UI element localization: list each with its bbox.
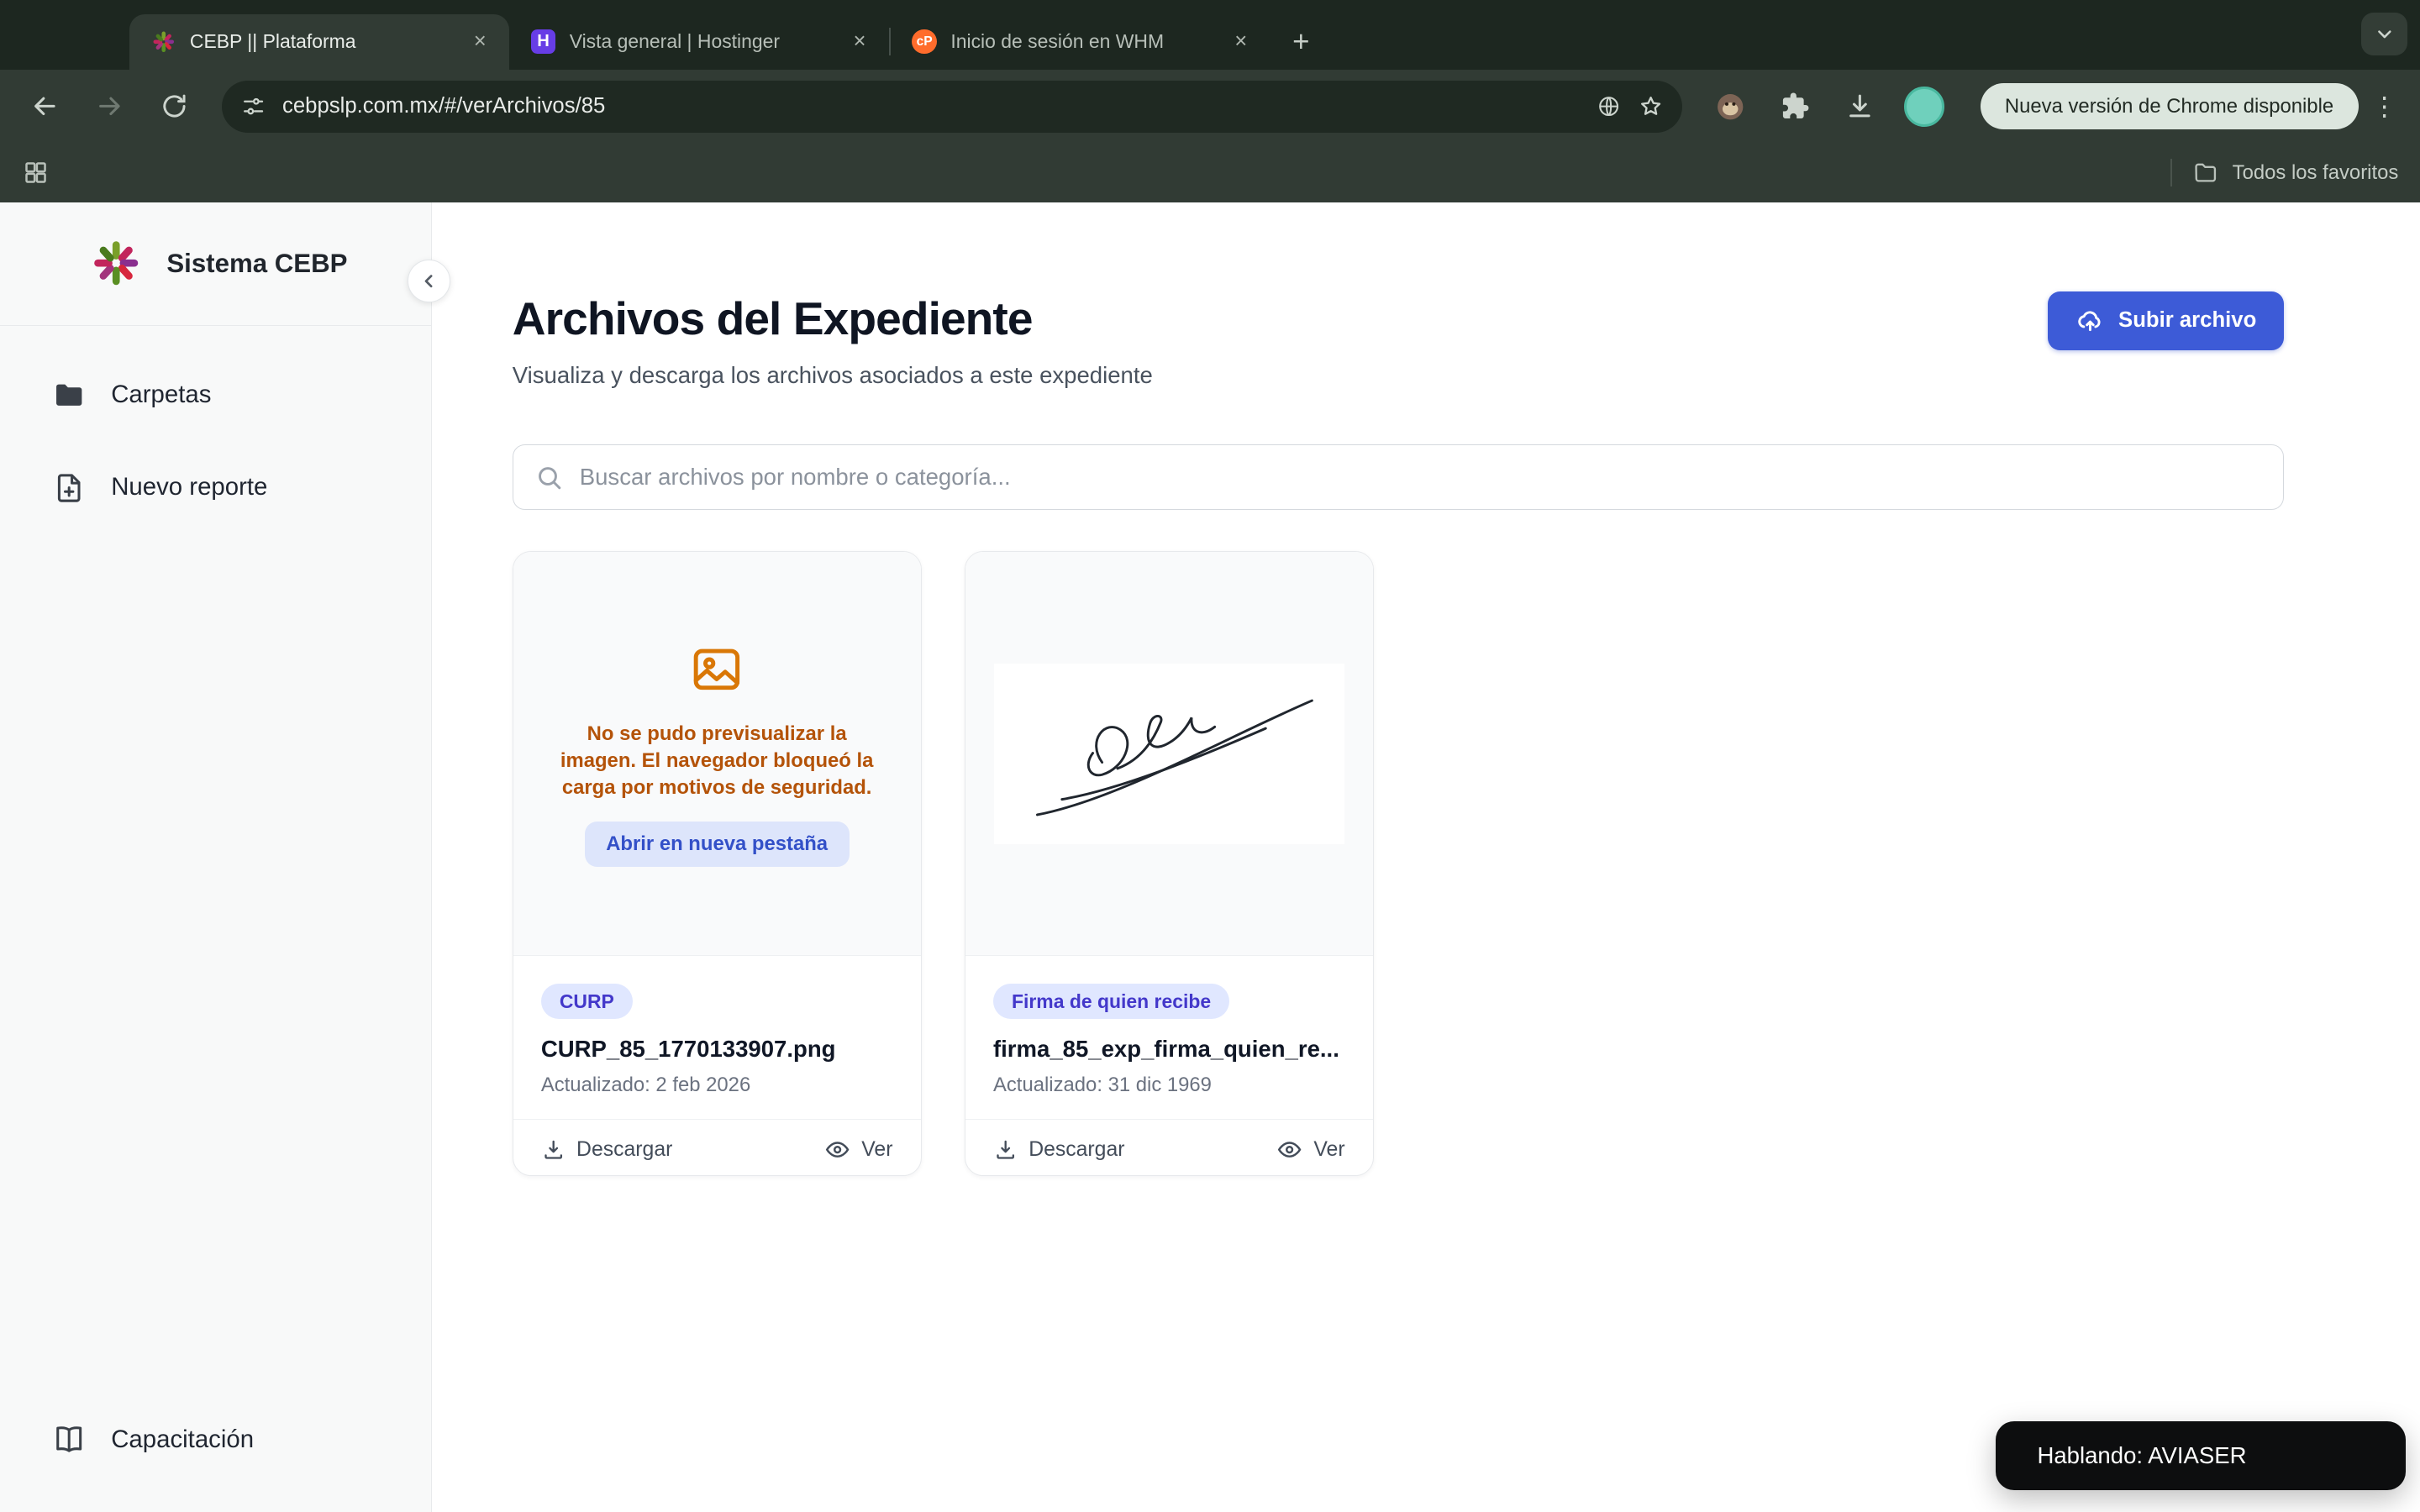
forward-button[interactable] — [80, 79, 139, 134]
address-bar[interactable]: cebpslp.com.mx/#/verArchivos/85 — [222, 80, 1682, 133]
page-content: Sistema CEBP Carpetas Nuevo reporte Capa… — [0, 202, 2420, 1512]
translate-icon[interactable] — [1596, 93, 1622, 119]
extensions-puzzle-icon[interactable] — [1765, 79, 1824, 134]
tab-close-icon[interactable]: × — [466, 28, 494, 55]
tab-hostinger[interactable]: H Vista general | Hostinger × — [509, 14, 889, 70]
sidebar-item-nuevo-reporte[interactable]: Nuevo reporte — [0, 452, 431, 522]
brand: Sistema CEBP — [0, 202, 432, 326]
search-icon — [534, 463, 564, 492]
browser-menu-icon[interactable]: ⋮ — [2365, 92, 2405, 122]
hostinger-favicon-icon: H — [530, 29, 556, 55]
back-button[interactable] — [15, 79, 74, 134]
file-name: firma_85_exp_firma_quien_re... — [992, 1036, 1339, 1063]
view-action[interactable]: Ver — [1276, 1137, 1345, 1163]
sidebar-item-capacitacion[interactable]: Capacitación — [0, 1404, 431, 1474]
monkey-extension-icon[interactable] — [1701, 79, 1760, 134]
sidebar-item-carpetas[interactable]: Carpetas — [0, 360, 431, 430]
document-plus-icon — [52, 470, 86, 504]
file-card-firma: Firma de quien recibe firma_85_exp_firma… — [964, 551, 1374, 1176]
open-in-new-tab-button[interactable]: Abrir en nueva pestaña — [584, 822, 850, 868]
view-action[interactable]: Ver — [824, 1137, 892, 1163]
search-input[interactable] — [579, 463, 2262, 491]
file-updated: Actualizado: 2 feb 2026 — [540, 1074, 751, 1097]
url-text: cebpslp.com.mx/#/verArchivos/85 — [282, 94, 606, 118]
eye-icon — [824, 1137, 850, 1163]
tab-close-icon[interactable]: × — [1227, 28, 1255, 55]
sidebar-item-label: Capacitación — [111, 1425, 255, 1453]
file-preview — [965, 552, 1373, 957]
brand-name: Sistema CEBP — [166, 248, 348, 278]
file-search — [512, 444, 2285, 510]
book-icon — [52, 1422, 86, 1456]
app-sidebar: Sistema CEBP Carpetas Nuevo reporte Capa… — [0, 202, 451, 1512]
download-icon — [993, 1137, 1018, 1162]
bookmarks-bar: Todos los favoritos — [0, 143, 2420, 202]
folder-icon — [52, 378, 86, 412]
page-title: Archivos del Expediente — [512, 292, 1034, 345]
sidebar-item-label: Carpetas — [111, 381, 212, 409]
new-tab-button[interactable]: + — [1280, 20, 1323, 63]
sidebar-bottom: Capacitación — [0, 1404, 431, 1512]
download-icon — [541, 1137, 566, 1162]
tab-strip: CEBP || Plataforma × H Vista general | H… — [0, 0, 2420, 70]
tab-title: Inicio de sesión en WHM — [950, 30, 1165, 53]
tab-title: Vista general | Hostinger — [569, 30, 781, 53]
tab-close-icon[interactable]: × — [846, 28, 874, 55]
download-action[interactable]: Descargar — [541, 1137, 672, 1162]
profile-avatar[interactable] — [1895, 79, 1954, 134]
category-badge: Firma de quien recibe — [992, 984, 1230, 1020]
tab-search-button[interactable] — [2361, 12, 2408, 56]
category-badge: CURP — [540, 984, 633, 1020]
speaking-toast: Hablando: AVIASER — [1995, 1420, 2407, 1491]
sidebar-collapse-button[interactable] — [407, 259, 451, 302]
sidebar-nav: Carpetas Nuevo reporte — [0, 360, 431, 544]
file-preview: No se pudo previsualizar la imagen. El n… — [513, 552, 921, 957]
file-card-curp: No se pudo previsualizar la imagen. El n… — [512, 551, 922, 1176]
site-settings-icon[interactable] — [240, 93, 266, 119]
preview-error-message: No se pudo previsualizar la imagen. El n… — [560, 722, 874, 800]
page-subtitle: Visualiza y descarga los archivos asocia… — [512, 362, 1153, 389]
signature-image — [993, 663, 1344, 844]
all-bookmarks[interactable]: Todos los favoritos — [2170, 159, 2399, 187]
cebp-logo-icon — [90, 237, 142, 289]
tab-title: CEBP || Plataforma — [189, 30, 356, 53]
browser-toolbar: cebpslp.com.mx/#/verArchivos/85 Nueva ve… — [0, 69, 2420, 144]
upload-file-button[interactable]: Subir archivo — [2047, 291, 2285, 350]
reload-button[interactable] — [145, 79, 204, 134]
browser-window: CEBP || Plataforma × H Vista general | H… — [0, 0, 2420, 1512]
download-action[interactable]: Descargar — [993, 1137, 1125, 1162]
tab-cebp[interactable]: CEBP || Plataforma × — [129, 13, 510, 70]
chrome-update-button[interactable]: Nueva versión de Chrome disponible — [1980, 83, 2359, 130]
main-panel: Archivos del Expediente Visualiza y desc… — [432, 202, 2420, 1512]
folder-icon — [2192, 160, 2218, 186]
all-bookmarks-label: Todos los favoritos — [2232, 160, 2399, 184]
downloads-icon[interactable] — [1830, 79, 1889, 134]
apps-grid-icon[interactable] — [22, 159, 50, 186]
cebp-favicon-icon — [151, 29, 176, 54]
tab-whm[interactable]: cP Inicio de sesión en WHM × — [891, 14, 1270, 70]
cpanel-favicon-icon: cP — [912, 29, 937, 55]
file-name: CURP_85_1770133907.png — [540, 1036, 836, 1063]
image-icon — [687, 640, 746, 699]
file-cards: No se pudo previsualizar la imagen. El n… — [512, 551, 2285, 1176]
sidebar-item-label: Nuevo reporte — [111, 473, 268, 501]
file-updated: Actualizado: 31 dic 1969 — [992, 1074, 1212, 1097]
divider — [2170, 159, 2173, 187]
eye-icon — [1276, 1137, 1302, 1163]
bookmark-star-icon[interactable] — [1638, 93, 1664, 119]
cloud-upload-icon — [2075, 307, 2105, 336]
